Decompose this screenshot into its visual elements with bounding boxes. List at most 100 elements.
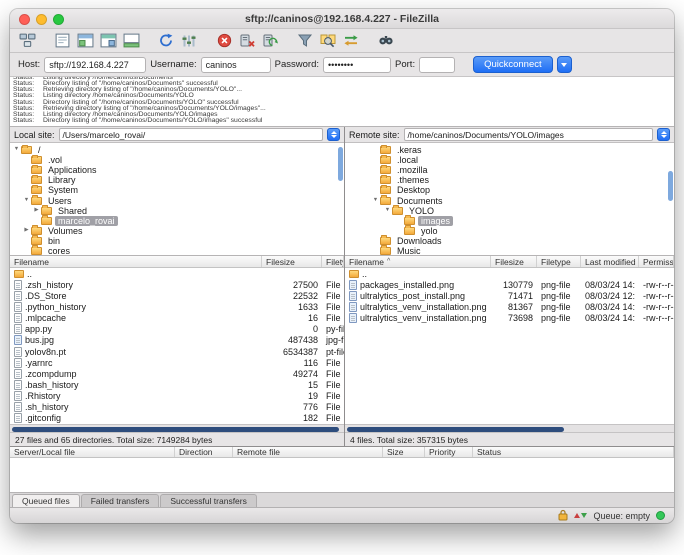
message-log-toggle-icon[interactable]	[52, 31, 72, 50]
horizontal-scrollbar-thumb[interactable]	[347, 426, 565, 432]
find-files-icon[interactable]	[376, 31, 396, 50]
column-header-remote-file[interactable]: Remote file	[233, 447, 383, 457]
tree-item[interactable]: bin	[10, 235, 344, 246]
port-input[interactable]	[419, 56, 456, 73]
file-row[interactable]: .yarnrc 116 File	[10, 357, 344, 368]
tree-item[interactable]: Shared	[10, 205, 344, 216]
file-row[interactable]: .Rhistory 19 File	[10, 391, 344, 402]
local-site-dropdown-icon[interactable]	[327, 128, 340, 141]
tab-queued-files[interactable]: Queued files	[12, 494, 80, 507]
horizontal-scrollbar[interactable]	[10, 424, 344, 432]
column-header-status[interactable]: Status	[473, 447, 674, 457]
username-input[interactable]	[200, 56, 271, 73]
refresh-icon[interactable]	[156, 31, 176, 50]
tab-successful-transfers[interactable]: Successful transfers	[160, 494, 257, 507]
expander-icon[interactable]	[22, 198, 31, 204]
tree-item[interactable]: Users	[10, 195, 344, 206]
file-row[interactable]: .gitconfig 182 File	[10, 413, 344, 424]
lock-icon[interactable]	[558, 509, 568, 523]
tree-item[interactable]: .keras	[345, 144, 674, 155]
expander-icon[interactable]	[371, 198, 380, 204]
password-input[interactable]	[323, 56, 392, 73]
horizontal-scrollbar-thumb[interactable]	[12, 426, 339, 432]
file-row[interactable]: packages_installed.png 130779 png-file 08/0…	[345, 279, 674, 290]
cancel-icon[interactable]	[214, 31, 234, 50]
file-row[interactable]: .python_history 1633 File	[10, 301, 344, 312]
column-header-server-local-file[interactable]: Server/Local file	[10, 447, 175, 457]
local-site-combo[interactable]: /Users/marcelo_rovai/	[58, 128, 323, 141]
host-input[interactable]	[44, 56, 147, 73]
remote-tree-toggle-icon[interactable]	[98, 31, 118, 50]
column-header-priority[interactable]: Priority	[425, 447, 473, 457]
expander-icon[interactable]	[383, 208, 392, 214]
column-header-filename[interactable]: Filename ^	[345, 256, 491, 267]
column-header-last-modified[interactable]: Last modified	[581, 256, 639, 267]
file-row[interactable]: ..	[345, 268, 674, 279]
tree-item[interactable]: /	[10, 144, 344, 155]
column-header-direction[interactable]: Direction	[175, 447, 233, 457]
quickconnect-button[interactable]: Quickconnect	[473, 56, 553, 73]
vertical-scrollbar-thumb[interactable]	[338, 147, 343, 181]
column-header-size[interactable]: Size	[383, 447, 425, 457]
tree-item[interactable]: Documents	[345, 195, 674, 206]
file-row[interactable]: ultralytics_venv_installation.png 73698 pn…	[345, 313, 674, 324]
site-manager-icon[interactable]	[17, 31, 37, 50]
transfer-indicator-icon[interactable]	[574, 513, 588, 518]
remote-site-combo[interactable]: /home/caninos/Documents/YOLO/images	[403, 128, 653, 141]
horizontal-scrollbar[interactable]	[345, 424, 674, 432]
column-header-filename[interactable]: Filename	[10, 256, 262, 267]
disconnect-icon[interactable]	[237, 31, 257, 50]
file-row[interactable]: ultralytics_post_install.png 71471 png-fil…	[345, 290, 674, 301]
file-row[interactable]: .DS_Store 22532 File	[10, 290, 344, 301]
vertical-scrollbar-thumb[interactable]	[668, 171, 673, 201]
local-tree-toggle-icon[interactable]	[75, 31, 95, 50]
minimize-window-button[interactable]	[36, 13, 47, 25]
column-header-filetype[interactable]: Filetype	[537, 256, 581, 267]
process-queue-icon[interactable]	[179, 31, 199, 50]
tree-item[interactable]: .vol	[10, 154, 344, 165]
tree-item[interactable]: Downloads	[345, 235, 674, 246]
file-row[interactable]: bus.jpg487438jpg-file	[10, 335, 344, 346]
file-row[interactable]: app.py0py-file	[10, 324, 344, 335]
tab-failed-transfers[interactable]: Failed transfers	[80, 494, 160, 507]
tree-item[interactable]: .local	[345, 154, 674, 165]
file-row[interactable]: ..	[10, 268, 344, 279]
tree-item[interactable]: Desktop	[345, 184, 674, 195]
synchronized-browsing-icon[interactable]	[341, 31, 361, 50]
remote-site-dropdown-icon[interactable]	[657, 128, 670, 141]
file-row[interactable]: yolov8n.pt6534387pt-file	[10, 346, 344, 357]
expander-icon[interactable]	[12, 147, 21, 153]
tree-item[interactable]: System	[10, 184, 344, 195]
transfer-queue-toggle-icon[interactable]	[121, 31, 141, 50]
file-row[interactable]: ultralytics_venv_installation.png 81367 pn…	[345, 301, 674, 312]
column-header-filetype[interactable]: Filetype	[322, 256, 344, 267]
tree-item[interactable]: Volumes	[10, 225, 344, 236]
file-row[interactable]: .zcompdump 49274 File	[10, 368, 344, 379]
filter-icon[interactable]	[295, 31, 315, 50]
compare-icon[interactable]	[318, 31, 338, 50]
expander-icon[interactable]	[22, 228, 31, 234]
file-row[interactable]: .zsh_history 27500 File	[10, 279, 344, 290]
tree-item[interactable]: .themes	[345, 174, 674, 185]
tree-item[interactable]: .mozilla	[345, 164, 674, 175]
tree-item[interactable]: Library	[10, 174, 344, 185]
tree-item-selected[interactable]: images	[345, 215, 674, 226]
file-row[interactable]: .bash_history 15 File	[10, 379, 344, 390]
column-header-permissions[interactable]: Permissions	[639, 256, 674, 267]
zoom-window-button[interactable]	[53, 13, 64, 25]
tree-item[interactable]: Music	[345, 245, 674, 255]
reconnect-icon[interactable]	[260, 31, 280, 50]
column-header-filesize[interactable]: Filesize	[262, 256, 322, 267]
tree-item[interactable]: cores	[10, 245, 344, 255]
file-row[interactable]: .mlpcache 16 File	[10, 313, 344, 324]
tree-item-selected[interactable]: marcelo_rovai	[10, 215, 344, 226]
file-row[interactable]: .sh_history 776 File	[10, 402, 344, 413]
close-window-button[interactable]	[19, 13, 30, 25]
tree-item[interactable]: Applications	[10, 164, 344, 175]
tree-item[interactable]: YOLO	[345, 205, 674, 216]
quickconnect-dropdown-icon[interactable]	[556, 56, 572, 73]
column-header-filesize[interactable]: Filesize	[491, 256, 537, 267]
tree-item[interactable]: yolo	[345, 225, 674, 236]
connection-status-icon[interactable]	[656, 511, 665, 520]
expander-icon[interactable]	[32, 208, 41, 214]
